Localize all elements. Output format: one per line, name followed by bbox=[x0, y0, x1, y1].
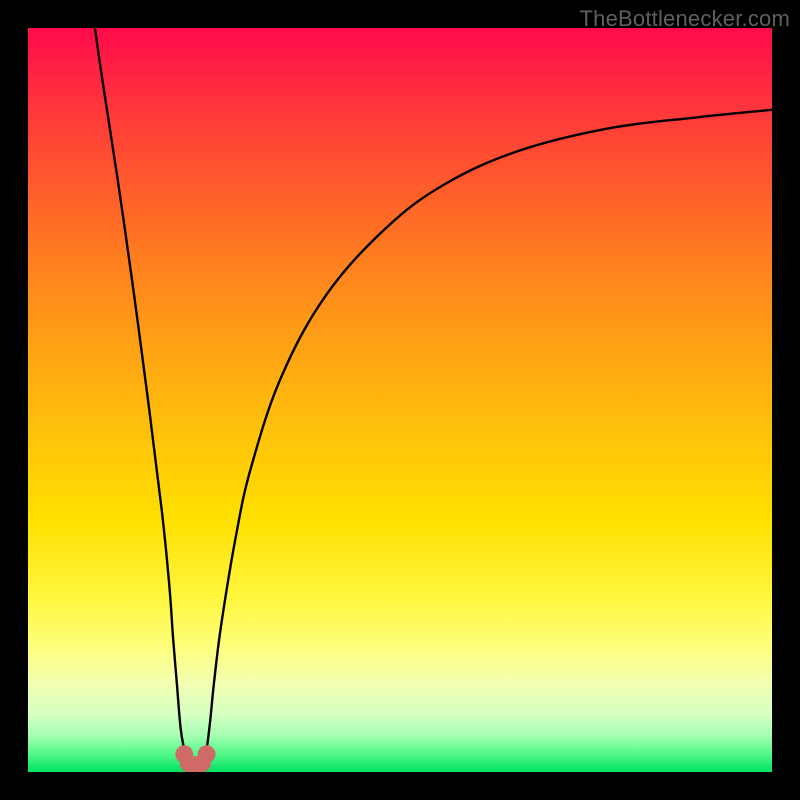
min-marker-5 bbox=[198, 745, 216, 763]
curve-right-branch bbox=[203, 110, 772, 765]
curve-left-branch bbox=[95, 28, 188, 765]
chart-frame: TheBottlenecker.com bbox=[0, 0, 800, 800]
curves-svg bbox=[28, 28, 772, 772]
plot-area bbox=[28, 28, 772, 772]
watermark-text: TheBottlenecker.com bbox=[580, 6, 790, 32]
minimum-markers bbox=[175, 745, 215, 772]
bottleneck-curve bbox=[95, 28, 772, 765]
